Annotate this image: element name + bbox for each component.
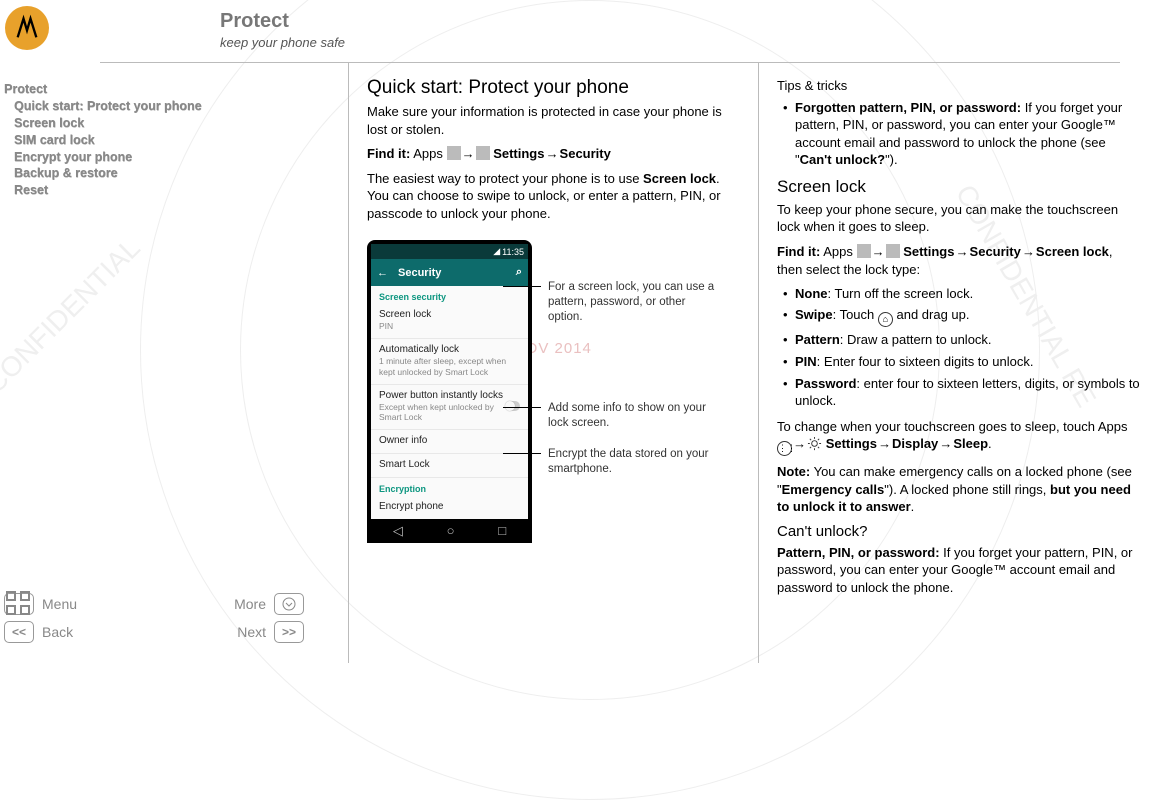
page-title: Protect	[220, 10, 345, 33]
tip-forgotten-password: Forgotten pattern, PIN, or password: If …	[783, 99, 1140, 169]
back-arrow-icon: ←	[377, 267, 388, 279]
opt-pin: PIN: Enter four to sixteen digits to unl…	[783, 353, 1140, 371]
lock-icon: ⌂	[878, 312, 893, 327]
apps-icon	[857, 244, 871, 258]
clock: 11:35	[502, 247, 524, 257]
auto-lock-row: Automatically lock1 minute after sleep, …	[371, 339, 528, 384]
grid-icon	[4, 593, 34, 615]
screen-lock-row: Screen lockPIN	[371, 304, 528, 339]
cant-unlock-text: Pattern, PIN, or password: If you forget…	[777, 544, 1140, 597]
status-bar: ◢ 11:35	[371, 244, 528, 259]
settings-icon	[886, 244, 900, 258]
next-button[interactable]: Next >>	[237, 621, 304, 643]
table-of-contents: Protect Quick start: Protect your phone …	[0, 81, 348, 199]
screen-lock-desc: To keep your phone secure, you can make …	[777, 201, 1140, 236]
screen-lock-heading: Screen lock	[777, 177, 1140, 197]
annotation-encrypt: Encrypt the data stored on your smartpho…	[548, 447, 718, 477]
owner-info-row: Owner info	[371, 430, 528, 454]
smart-lock-row: Smart Lock	[371, 454, 528, 478]
app-bar-title: Security	[398, 267, 441, 279]
quick-start-heading: Quick start: Protect your phone	[367, 77, 740, 99]
opt-swipe: Swipe: Touch ⌂ and drag up.	[783, 306, 1140, 327]
toc-item-quick-start[interactable]: Quick start: Protect your phone	[4, 98, 348, 115]
apps-icon	[447, 146, 461, 160]
nav-home-icon: ○	[447, 523, 455, 539]
encrypt-phone-row: Encrypt phone	[371, 496, 528, 519]
opt-pattern: Pattern: Draw a pattern to unlock.	[783, 331, 1140, 349]
sleep-setting: To change when your touchscreen goes to …	[777, 418, 1140, 457]
android-nav-bar: ◁ ○ □	[371, 519, 528, 543]
back-label: Back	[42, 624, 73, 640]
cant-unlock-heading: Can't unlock?	[777, 523, 1140, 540]
note-emergency: Note: You can make emergency calls on a …	[777, 463, 1140, 516]
toggle-icon	[506, 401, 520, 411]
more-label: More	[234, 596, 266, 612]
nav-back-icon: ◁	[393, 523, 403, 539]
screen-lock-intro: The easiest way to protect your phone is…	[367, 170, 740, 223]
prev-icon: <<	[4, 621, 34, 643]
nav-recent-icon: □	[498, 523, 506, 539]
nav-footer: Menu More << Back Next >>	[4, 587, 304, 643]
opt-none: None: Turn off the screen lock.	[783, 285, 1140, 303]
page-subtitle: keep your phone safe	[220, 35, 345, 50]
find-it-path: Find it: Apps → Settings → Security	[367, 145, 740, 164]
encryption-section: Encryption	[371, 478, 528, 496]
back-button[interactable]: << Back	[4, 621, 73, 643]
menu-label: Menu	[42, 596, 77, 612]
annotation-screen-lock: For a screen lock, you can use a pattern…	[548, 280, 718, 325]
toc-item-reset[interactable]: Reset	[4, 182, 348, 199]
settings-icon	[476, 146, 490, 160]
next-label: Next	[237, 624, 266, 640]
motorola-logo-icon	[5, 6, 49, 50]
signal-icon: ◢	[493, 246, 500, 257]
search-icon: ⌕	[516, 266, 522, 279]
quick-start-intro: Make sure your information is protected …	[367, 103, 740, 138]
next-icon: >>	[274, 621, 304, 643]
gear-icon	[807, 436, 822, 451]
toc-item-screen-lock[interactable]: Screen lock	[4, 115, 348, 132]
more-button[interactable]: More	[234, 593, 304, 615]
tips-tricks-heading: Tips & tricks	[777, 77, 1140, 95]
menu-button[interactable]: Menu	[4, 593, 77, 615]
toc-item-backup-restore[interactable]: Backup & restore	[4, 165, 348, 182]
toc-item-protect[interactable]: Protect	[4, 81, 348, 98]
chevron-down-icon	[274, 593, 304, 615]
app-bar: ← Security ⌕	[371, 259, 528, 286]
annotation-owner-info: Add some info to show on your lock scree…	[548, 401, 718, 431]
apps-circle-icon: ⋮⋮	[777, 441, 792, 456]
opt-password: Password: enter four to sixteen letters,…	[783, 375, 1140, 410]
toc-item-encrypt[interactable]: Encrypt your phone	[4, 149, 348, 166]
toc-item-sim-card-lock[interactable]: SIM card lock	[4, 132, 348, 149]
screen-security-section: Screen security	[371, 286, 528, 304]
find-it-screen-lock: Find it: Apps → Settings → Security → Sc…	[777, 243, 1140, 279]
